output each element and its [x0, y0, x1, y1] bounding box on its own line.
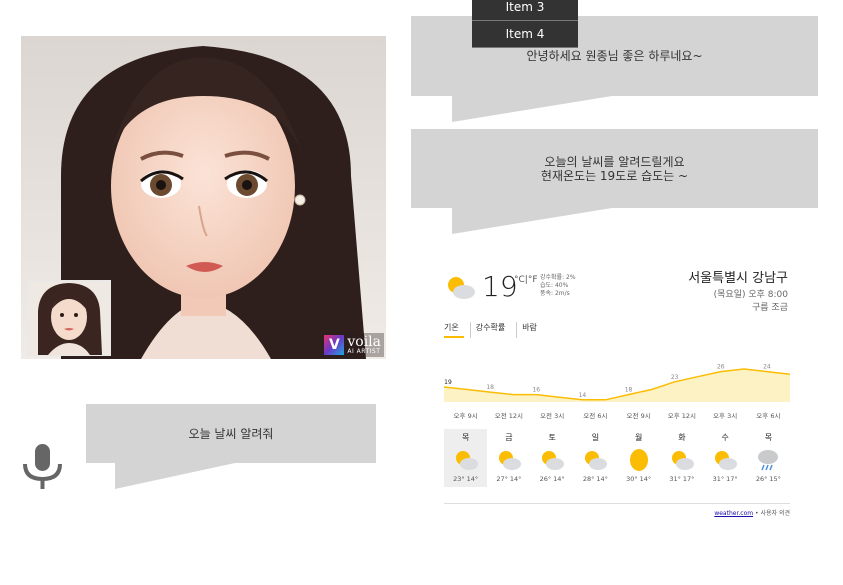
forecast-day[interactable]: 수 31° 17°	[704, 429, 747, 487]
weather-tabs: 기온 강수확률 바람	[444, 322, 548, 338]
forecast-day-name: 일	[591, 433, 600, 442]
sunny-icon	[626, 448, 652, 472]
hour-label: 오후 3시	[713, 412, 738, 420]
forecast-day[interactable]: 월 30° 14°	[617, 429, 660, 487]
hourly-times: 오후 9시 오전 12시 오전 3시 오전 6시 오전 9시 오후 12시 오후…	[444, 410, 790, 420]
temperature-label: 14	[579, 392, 587, 399]
weather-widget: 19 °C|°F 강수확률: 2% 습도: 40% 풍속: 2m/s 서울특별시…	[444, 262, 790, 517]
assistant-weather-bubble: 오늘의 날씨를 알려드릴게요 현재온도는 19도로 습도는 ~	[411, 129, 818, 208]
forecast-day[interactable]: 토 26° 14°	[531, 429, 574, 487]
temperature-label: 26	[717, 364, 725, 371]
weather-footer: weather.com • 사용자 의견	[444, 503, 790, 517]
user-photo	[28, 281, 110, 355]
forecast-temps: 30° 14°	[626, 475, 652, 483]
condition: 구름 조금	[752, 303, 788, 313]
partly-cloudy-icon	[453, 448, 479, 472]
forecast-day-name: 토	[548, 433, 556, 442]
temperature-label: 18	[625, 387, 633, 394]
microphone-button[interactable]	[21, 443, 65, 491]
microphone-icon	[23, 444, 62, 489]
unit-fahrenheit[interactable]: °F	[528, 275, 538, 285]
forecast-day[interactable]: 화 31° 17°	[660, 429, 703, 487]
temperature-label: 24	[763, 364, 771, 371]
forecast-day[interactable]: 일 28° 14°	[574, 429, 617, 487]
assistant-weather-text-line2: 현재온도는 19도로 습도는 ~	[540, 168, 689, 183]
hour-label: 오전 12시	[494, 412, 524, 420]
partly-cloudy-icon	[539, 448, 565, 472]
hour-label: 오전 3시	[540, 412, 565, 420]
hour-label: 오전 6시	[583, 412, 608, 420]
user-request-bubble: 오늘 날씨 알려줘	[86, 404, 376, 463]
tab-wind[interactable]: 바람	[516, 322, 542, 338]
daily-forecast: 목 23° 14° 금 27° 14° 토 26° 14° 일 28° 14° 월 30° 14°…	[444, 429, 790, 487]
user-request-text: 오늘 날씨 알려줘	[188, 426, 274, 441]
voila-brand-sub: AI ARTIST	[347, 348, 381, 355]
forecast-temps: 26° 14°	[539, 475, 565, 483]
forecast-temps: 26° 15°	[755, 475, 781, 483]
bubble-tail	[452, 96, 612, 122]
forecast-day-name: 목	[764, 433, 773, 442]
precipitation: 강수확률: 2%	[540, 274, 576, 281]
forecast-day-name: 수	[721, 433, 729, 442]
dropdown-menu[interactable]: Item 3 Item 4	[472, 0, 578, 48]
unit-celsius[interactable]: °C	[514, 275, 525, 285]
dropdown-item[interactable]: Item 4	[472, 21, 578, 48]
weather-source-link[interactable]: weather.com	[714, 510, 753, 517]
tab-precipitation[interactable]: 강수확률	[469, 322, 510, 338]
partly-cloudy-icon	[448, 277, 475, 299]
partly-cloudy-icon	[582, 448, 608, 472]
forecast-day-name: 화	[678, 433, 686, 442]
user-camera-thumbnail	[27, 280, 111, 356]
assistant-greeting-text: 안녕하세요 원종님 좋은 하루네요~	[526, 49, 703, 63]
partly-cloudy-icon	[496, 448, 522, 472]
forecast-temps: 27° 14°	[496, 475, 522, 483]
feedback-link[interactable]: 사용자 의견	[760, 510, 790, 517]
forecast-temps: 28° 14°	[582, 475, 608, 483]
assistant-weather-text-line1: 오늘의 날씨를 알려드릴게요	[544, 154, 685, 169]
forecast-day-name: 월	[634, 433, 643, 442]
partly-cloudy-icon	[669, 448, 695, 472]
voila-watermark: V voila AI ARTIST	[321, 333, 384, 357]
voila-brand-name: voila	[347, 334, 381, 350]
forecast-temps: 31° 17°	[669, 475, 695, 483]
forecast-day-name: 금	[505, 433, 513, 442]
wind: 풍속: 2m/s	[540, 290, 570, 297]
temperature-label: 23	[671, 374, 679, 381]
avatar-image: V voila AI ARTIST	[21, 36, 386, 359]
hour-label: 오후 12시	[667, 412, 697, 420]
hour-label: 오후 6시	[756, 412, 781, 420]
voila-logo: V	[324, 335, 345, 355]
tab-temperature[interactable]: 기온	[444, 322, 464, 338]
forecast-temps: 23° 14°	[453, 475, 479, 483]
datetime: (목요일) 오후 8:00	[713, 290, 788, 300]
temperature-label: 18	[486, 384, 494, 391]
bubble-tail	[452, 208, 612, 234]
forecast-day-name: 목	[461, 433, 470, 442]
hour-label: 오전 9시	[626, 412, 651, 420]
temperature-label: 19	[444, 379, 452, 386]
forecast-day[interactable]: 목 23° 14°	[444, 429, 488, 487]
hour-label: 오후 9시	[453, 412, 478, 420]
dropdown-item[interactable]: Item 3	[472, 0, 578, 21]
location: 서울특별시 강남구	[688, 271, 788, 286]
rain-icon	[755, 448, 781, 472]
temperature-chart: 19 18 16 14 18 23 26 24	[444, 364, 790, 402]
current-temperature: 19	[482, 270, 518, 303]
forecast-temps: 31° 17°	[712, 475, 738, 483]
forecast-day[interactable]: 목 26° 15°	[747, 429, 790, 487]
forecast-day[interactable]: 금 27° 14°	[487, 429, 530, 487]
humidity: 습도: 40%	[540, 282, 569, 289]
partly-cloudy-icon	[712, 448, 738, 472]
temperature-label: 16	[532, 387, 540, 394]
bubble-tail	[115, 463, 235, 489]
